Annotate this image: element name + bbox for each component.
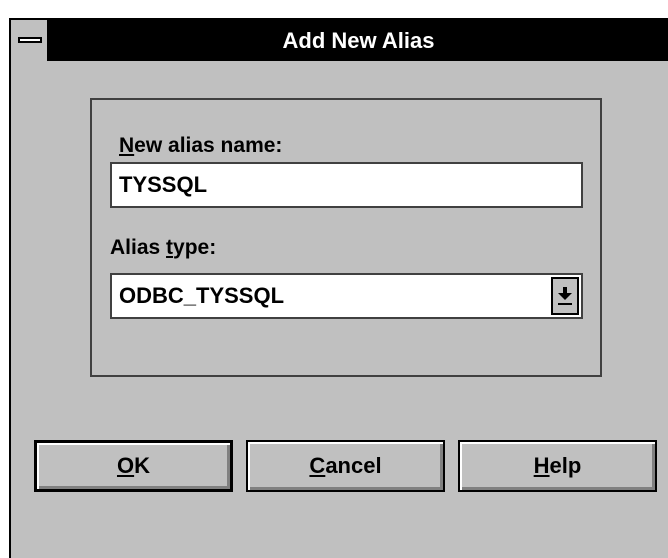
alias-group-box: New alias name: TYSSQL Alias type: ODBC_…	[90, 98, 602, 377]
title-bar[interactable]: Add New Alias	[11, 20, 668, 61]
system-menu-icon	[18, 37, 42, 43]
dropdown-arrow-icon	[558, 287, 572, 305]
alias-name-input[interactable]: TYSSQL	[110, 162, 583, 208]
cancel-button[interactable]: Cancel	[246, 440, 445, 492]
add-new-alias-dialog: Add New Alias New alias name: TYSSQL Ali…	[9, 18, 668, 558]
alias-type-label: Alias type:	[110, 236, 217, 259]
alias-type-combobox[interactable]: ODBC_TYSSQL	[110, 273, 583, 319]
alias-type-dropdown-button[interactable]	[551, 277, 579, 315]
ok-button[interactable]: OK	[34, 440, 233, 492]
alias-name-label: New alias name:	[119, 134, 283, 157]
alias-type-value: ODBC_TYSSQL	[119, 283, 285, 308]
system-menu-button[interactable]	[11, 20, 49, 61]
dialog-title: Add New Alias	[282, 28, 435, 53]
help-button[interactable]: Help	[458, 440, 657, 492]
